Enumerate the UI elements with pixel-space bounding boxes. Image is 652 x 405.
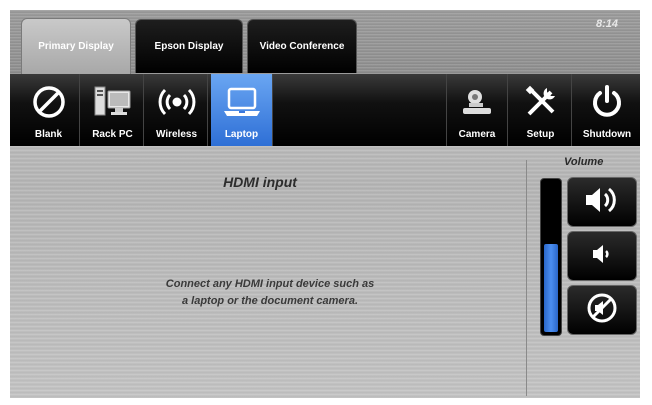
instruction-text: Connect any HDMI input device such as a … [100,276,440,310]
laptop-icon [211,82,272,122]
volume-up-icon [582,183,622,222]
source-rack-pc-label: Rack PC [92,129,133,140]
wireless-icon [146,82,207,122]
shutdown-button[interactable]: Shutdown [574,74,640,146]
source-wireless-label: Wireless [155,129,198,140]
top-bar: Primary Display Epson Display Video Conf… [10,10,640,74]
source-blank-label: Blank [34,129,63,140]
mute-button[interactable] [567,285,637,335]
touch-panel: Primary Display Epson Display Video Conf… [10,10,640,398]
source-wireless-button[interactable]: Wireless [146,74,208,146]
shutdown-label: Shutdown [582,129,632,140]
source-rack-pc-button[interactable]: Rack PC [82,74,144,146]
source-blank-button[interactable]: Blank [18,74,80,146]
toolbar: Blank Rack PC Wireless Laptop Camera Set… [10,74,640,146]
setup-label: Setup [526,129,555,140]
camera-icon [447,82,507,122]
volume-level-bar[interactable] [540,178,562,336]
volume-level-fill [544,244,558,332]
rack-pc-icon [82,82,143,122]
setup-button[interactable]: Setup [510,74,572,146]
source-laptop-label: Laptop [224,129,259,140]
source-title: HDMI input [223,174,297,190]
volume-divider [526,160,527,396]
instruction-line-1: Connect any HDMI input device such as [165,278,375,290]
volume-up-button[interactable] [567,177,637,227]
mute-icon [585,291,619,330]
tab-epson-display[interactable]: Epson Display [135,19,243,73]
tab-video-conference[interactable]: Video Conference [247,19,357,73]
volume-down-icon [587,242,617,271]
source-laptop-button[interactable]: Laptop [211,74,273,146]
instruction-line-2: a laptop or the document camera. [181,295,359,307]
power-icon [574,82,640,122]
camera-label: Camera [458,129,496,140]
setup-icon [510,82,571,122]
camera-button[interactable]: Camera [446,74,508,146]
blank-icon [18,82,79,122]
tab-primary-display[interactable]: Primary Display [21,18,131,74]
clock: 8:14 [595,18,618,30]
volume-down-button[interactable] [567,231,637,281]
volume-label: Volume [564,156,604,168]
